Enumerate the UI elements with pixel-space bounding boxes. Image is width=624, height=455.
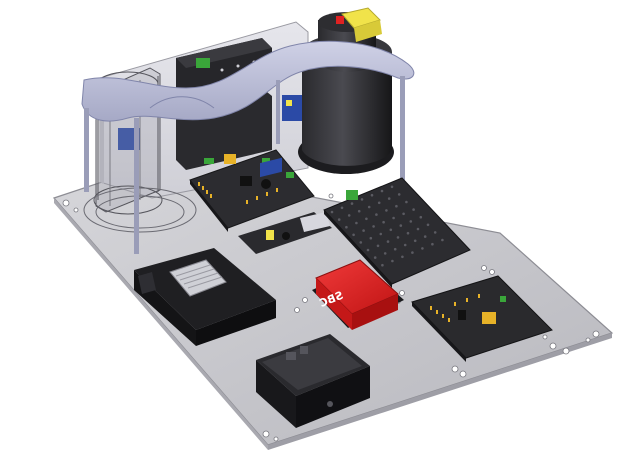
gold-terminal: [482, 312, 496, 324]
plate-hole: [352, 233, 355, 237]
plate-hole: [382, 220, 385, 224]
plate-hole: [360, 198, 364, 201]
plate-hole: [402, 212, 405, 216]
plate-hole: [370, 193, 374, 197]
plate-hole: [406, 231, 410, 235]
red-indicator: [336, 16, 344, 24]
cad-render-stage: SBC: [0, 0, 624, 455]
plate-hole: [411, 251, 414, 254]
plate-hole: [369, 236, 373, 240]
plate-hole: [390, 185, 394, 189]
plate-hole: [362, 229, 365, 232]
plate-hole: [345, 225, 348, 229]
plate-hole: [373, 256, 377, 259]
plate-hole: [383, 252, 387, 255]
plate-hole: [416, 227, 420, 231]
green-connector-a: [196, 58, 210, 68]
plate-hole: [419, 215, 423, 219]
plate-hole: [409, 220, 413, 223]
plate-hole: [347, 214, 351, 217]
plate-hole: [431, 242, 434, 246]
plate-hole: [426, 223, 430, 227]
plate-hole: [392, 216, 395, 220]
plate-hole: [376, 244, 380, 248]
plate-hole: [403, 243, 407, 247]
plate-hole: [365, 217, 368, 221]
plate-hole: [379, 232, 383, 236]
plate-hole: [423, 235, 427, 238]
plate-hole: [350, 202, 354, 205]
plate-hole: [399, 224, 403, 227]
plate-hole: [367, 205, 371, 209]
plate-hole: [389, 228, 393, 232]
plate-hole: [405, 200, 408, 204]
plate-hole: [386, 240, 390, 243]
plate-hole: [421, 247, 424, 250]
plate-hole: [393, 247, 397, 251]
cad-scene: SBC: [52, 7, 614, 450]
plate-hole: [372, 225, 375, 228]
plate-hole: [441, 238, 444, 242]
plate-hole: [385, 209, 388, 212]
plate-hole: [433, 231, 437, 234]
plate-hole: [375, 213, 378, 216]
plate-hole: [391, 259, 394, 263]
plate-hole: [355, 221, 358, 225]
green-connector-b: [346, 190, 358, 200]
plate-hole: [340, 206, 344, 210]
plate-hole: [337, 218, 341, 221]
plate-hole: [380, 189, 384, 193]
plate-hole: [377, 201, 381, 205]
plate-hole: [357, 209, 361, 213]
plate-hole: [396, 236, 400, 239]
gold-capacitor: [224, 154, 236, 164]
plate-hole: [397, 193, 401, 196]
plate-hole: [412, 208, 415, 211]
plate-hole: [387, 197, 391, 200]
plate-hole: [381, 263, 384, 267]
cylinder-housing: [298, 7, 394, 174]
plate-hole: [359, 241, 363, 244]
plate-hole: [330, 210, 334, 214]
plate-hole: [413, 239, 417, 243]
plate-hole: [366, 248, 370, 252]
blue-module-back: [282, 95, 304, 121]
plate-hole: [395, 204, 398, 208]
plate-hole: [401, 255, 404, 259]
